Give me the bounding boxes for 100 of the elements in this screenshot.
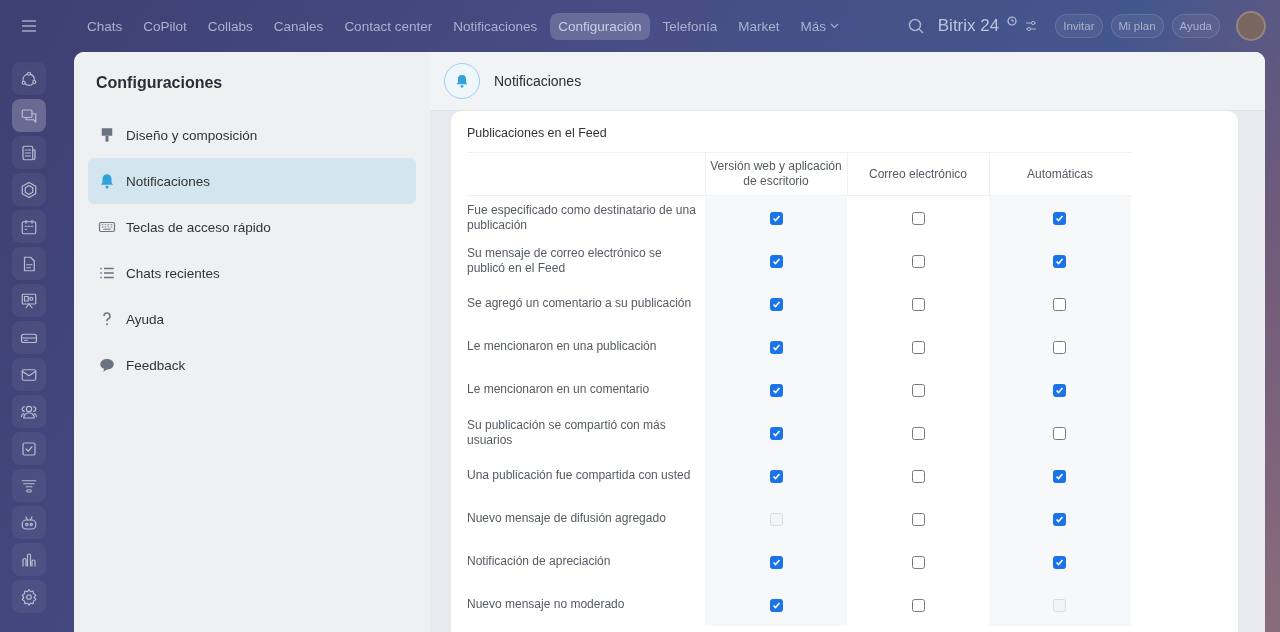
checkbox[interactable] [1053, 555, 1067, 569]
speech-bubble-icon [98, 356, 116, 374]
rail-item[interactable] [11, 469, 46, 502]
sidebar-title: Configuraciones [95, 74, 224, 93]
rail-item[interactable] [11, 136, 46, 169]
row-label: Nuevo mensaje de difusión agregado [467, 497, 705, 540]
row-label: Una publicación fue compartida con usted [467, 454, 705, 497]
rail-item[interactable] [11, 580, 46, 613]
checkbox[interactable] [769, 383, 783, 397]
checkbox[interactable] [1053, 340, 1067, 354]
presentation-icon [19, 291, 38, 310]
checkbox[interactable] [769, 340, 783, 354]
bell-icon [98, 172, 116, 190]
rail-item[interactable] [11, 62, 46, 95]
checkmark-icon [771, 213, 781, 223]
checkmark-icon [771, 471, 781, 481]
checkbox[interactable] [911, 297, 925, 311]
header-button[interactable]: Mi plan [1110, 14, 1164, 38]
rail-item[interactable] [11, 543, 46, 576]
sliders-icon[interactable] [1025, 20, 1038, 32]
sidebar-item[interactable]: Feedback [88, 342, 416, 388]
checkbox[interactable] [769, 426, 783, 440]
logo: Bitrix 24 [937, 16, 1000, 36]
rail-item[interactable] [11, 321, 46, 354]
row-label: Su mensaje de correo electrónico se publicó en el Feed [467, 239, 705, 282]
checkbox[interactable] [769, 598, 783, 612]
sidebar-item[interactable]: Teclas de acceso rápido [88, 204, 416, 250]
nav-tab[interactable]: Canales [265, 12, 332, 40]
calendar-icon [19, 217, 38, 236]
checkbox[interactable] [1053, 426, 1067, 440]
sidebar-item[interactable]: Chats recientes [88, 250, 416, 296]
hexagon-icon [19, 180, 38, 199]
newspaper-icon [19, 143, 38, 162]
checkmark-icon [1055, 256, 1065, 266]
column-header: Versión web y aplicación de escritorio [705, 152, 847, 196]
checkbox[interactable] [769, 254, 783, 268]
checkbox[interactable] [1053, 469, 1067, 483]
checkbox[interactable] [1053, 383, 1067, 397]
checkbox[interactable] [1053, 297, 1067, 311]
column-header: Correo electrónico [847, 152, 989, 196]
search-icon[interactable] [907, 18, 924, 34]
rail-item[interactable] [11, 284, 46, 317]
column-header: Automáticas [989, 152, 1131, 196]
row-label: Su publicación se compartió con más usuarios [467, 411, 705, 454]
header-button[interactable]: Ayuda [1171, 14, 1220, 38]
checkbox[interactable] [911, 211, 925, 225]
checkbox[interactable] [911, 254, 925, 268]
sidebar-item[interactable]: Notificaciones [88, 158, 416, 204]
rail-item[interactable] [11, 99, 46, 132]
checkbox[interactable] [911, 512, 925, 526]
checkmark-icon [771, 385, 781, 395]
checkbox-icon [19, 439, 38, 458]
rail-item[interactable] [11, 395, 46, 428]
nav-tab[interactable]: Telefonía [654, 12, 726, 40]
row-label: Nuevo mensaje no moderado [467, 583, 705, 626]
row-label: Se agregó un comentario a su publicación [467, 282, 705, 325]
rail-item[interactable] [11, 247, 46, 280]
bar-chart-icon [19, 550, 38, 569]
sidebar-item[interactable]: Ayuda [88, 296, 416, 342]
row-label: Le mencionaron en un comentario [467, 368, 705, 411]
rail-item[interactable] [11, 432, 46, 465]
checkmark-icon [1055, 514, 1065, 524]
checkbox[interactable] [911, 383, 925, 397]
checkmark-icon [771, 428, 781, 438]
checkmark-icon [1055, 471, 1065, 481]
rail-item[interactable] [11, 173, 46, 206]
clock-icon [1007, 16, 1018, 26]
checkbox[interactable] [911, 555, 925, 569]
checkbox[interactable] [769, 297, 783, 311]
checkmark-icon [771, 600, 781, 610]
nav-tab[interactable]: Chats [79, 12, 131, 40]
rail-item[interactable] [11, 358, 46, 391]
nav-tab[interactable]: CoPilot [135, 12, 195, 40]
page-title: Notificaciones [494, 73, 582, 89]
checkbox[interactable] [911, 340, 925, 354]
rail-item[interactable] [11, 506, 46, 539]
nav-tab[interactable]: Contact center [336, 12, 441, 40]
checkbox[interactable] [769, 555, 783, 569]
nav-tab[interactable]: Configuración [550, 12, 650, 40]
header-button[interactable]: Invitar [1055, 14, 1103, 38]
menu-icon[interactable] [20, 19, 37, 33]
rail-item[interactable] [11, 210, 46, 243]
checkbox[interactable] [1053, 254, 1067, 268]
checkmark-icon [771, 256, 781, 266]
row-label: Fue especificado como destinatario de una publicación [467, 195, 705, 239]
checkmark-icon [1055, 385, 1065, 395]
checkbox[interactable] [911, 469, 925, 483]
checkbox[interactable] [1053, 211, 1067, 225]
checkbox[interactable] [769, 469, 783, 483]
checkbox[interactable] [769, 211, 783, 225]
nav-tab[interactable]: Collabs [199, 12, 261, 40]
checkmark-icon [771, 299, 781, 309]
nav-tab[interactable]: Market [730, 12, 788, 40]
nav-tab[interactable]: Notificaciones [445, 12, 546, 40]
checkbox[interactable] [911, 426, 925, 440]
checkmark-icon [771, 342, 781, 352]
checkbox[interactable] [911, 598, 925, 612]
checkbox[interactable] [1053, 512, 1067, 526]
nav-tab[interactable]: Más [792, 12, 848, 40]
sidebar-item[interactable]: Diseño y composición [88, 112, 416, 158]
